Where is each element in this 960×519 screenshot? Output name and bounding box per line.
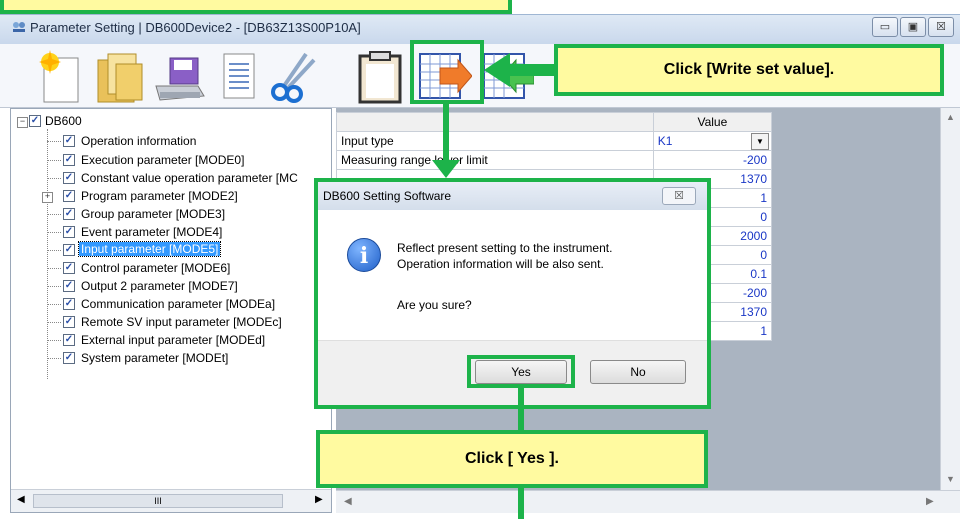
cut-icon[interactable] bbox=[266, 50, 320, 104]
tree-item-label: Operation information bbox=[81, 134, 197, 148]
dropdown-arrow-icon[interactable]: ▼ bbox=[751, 133, 769, 150]
scroll-down-arrow-icon[interactable]: ▼ bbox=[946, 474, 955, 484]
callout-arrow-left bbox=[484, 53, 554, 87]
collapse-icon[interactable]: − bbox=[17, 117, 28, 128]
grid-horizontal-scrollbar[interactable]: ◀ ▶ bbox=[336, 490, 960, 513]
scroll-up-arrow-icon[interactable]: ▲ bbox=[946, 112, 955, 122]
tree-connector bbox=[47, 250, 61, 251]
tree-item-label: System parameter [MODEt] bbox=[81, 351, 229, 365]
checkbox[interactable]: ✓ bbox=[63, 262, 75, 274]
tree-connector bbox=[47, 178, 61, 179]
scroll-right-arrow-icon[interactable]: ▶ bbox=[926, 496, 934, 507]
tree-item-label: External input parameter [MODEd] bbox=[81, 333, 266, 347]
checkbox[interactable]: ✓ bbox=[63, 154, 75, 166]
checkbox[interactable]: ✓ bbox=[63, 190, 75, 202]
info-icon: i bbox=[347, 238, 381, 272]
tree-connector bbox=[47, 304, 61, 305]
checkbox[interactable]: ✓ bbox=[63, 244, 75, 256]
tree-horizontal-scrollbar[interactable]: ◀ III ▶ bbox=[11, 489, 331, 512]
checkbox[interactable]: ✓ bbox=[63, 298, 75, 310]
tree-root-checkbox[interactable]: ✓ bbox=[29, 115, 41, 127]
tree-item-label: Event parameter [MODE4] bbox=[81, 225, 223, 239]
grid-row-value: K1 bbox=[657, 134, 673, 148]
connector-arrowhead bbox=[432, 160, 460, 180]
tree-connector bbox=[47, 268, 61, 269]
write-set-value-callout: Click [Write set value]. bbox=[554, 44, 944, 96]
tree-connector bbox=[47, 232, 61, 233]
yes-callout: Click [ Yes ]. bbox=[316, 430, 708, 488]
checkbox[interactable]: ✓ bbox=[63, 334, 75, 346]
grid-row-name: Input type bbox=[336, 131, 654, 151]
dialog-question: Are you sure? bbox=[397, 298, 472, 312]
tree-item-label: Control parameter [MODE6] bbox=[81, 261, 231, 275]
scroll-left-arrow-icon[interactable]: ◀ bbox=[17, 494, 25, 505]
checkbox[interactable]: ✓ bbox=[63, 316, 75, 328]
tree-connector bbox=[47, 214, 61, 215]
expand-icon[interactable]: + bbox=[42, 192, 53, 203]
scroll-thumb[interactable]: III bbox=[33, 494, 283, 508]
window-title: Parameter Setting | DB600Device2 - [DB63… bbox=[30, 20, 361, 35]
tree-item-label-selected: Input parameter [MODE5] bbox=[77, 241, 222, 257]
dialog-body bbox=[318, 210, 707, 340]
minimize-button[interactable]: ▭ bbox=[872, 17, 898, 37]
write-icon-highlight bbox=[410, 40, 484, 104]
parameter-tree[interactable]: − ✓ DB600 ✓ Operation information ✓ Exec… bbox=[10, 108, 332, 513]
input-type-select[interactable]: K1 ▼ bbox=[652, 131, 773, 151]
grid-row-name: Measuring range lower limit bbox=[336, 150, 654, 170]
save-icon[interactable] bbox=[152, 50, 206, 104]
checkbox[interactable]: ✓ bbox=[63, 226, 75, 238]
maximize-button[interactable]: ▣ bbox=[900, 17, 926, 37]
copy-document-icon[interactable] bbox=[210, 50, 264, 104]
checkbox[interactable]: ✓ bbox=[63, 208, 75, 220]
tree-item-label: Communication parameter [MODEa] bbox=[81, 297, 276, 311]
tree-item-label: Constant value operation parameter [MC bbox=[81, 171, 298, 185]
tree-connector bbox=[47, 286, 61, 287]
tree-connector bbox=[47, 322, 61, 323]
tree-item-label: Program parameter [MODE2] bbox=[81, 189, 238, 203]
paste-icon[interactable] bbox=[354, 50, 408, 104]
new-icon[interactable] bbox=[36, 50, 90, 104]
dialog-message-line2: Operation information will be also sent. bbox=[397, 257, 604, 271]
no-button[interactable]: No bbox=[590, 360, 686, 384]
scroll-right-arrow-icon[interactable]: ▶ bbox=[315, 494, 323, 505]
app-icon bbox=[12, 20, 26, 34]
tree-root-label[interactable]: DB600 bbox=[45, 114, 82, 128]
value-column-header: Value bbox=[652, 112, 773, 132]
tree-connector bbox=[47, 129, 48, 379]
dialog-title: DB600 Setting Software bbox=[323, 189, 452, 203]
grid-row-value[interactable]: -200 bbox=[652, 150, 773, 170]
connector-line-below bbox=[518, 488, 524, 519]
open-folder-icon[interactable] bbox=[94, 50, 148, 104]
checkbox[interactable]: ✓ bbox=[63, 172, 75, 184]
grid-vertical-scrollbar[interactable]: ▲ ▼ bbox=[940, 108, 960, 490]
close-button[interactable]: ☒ bbox=[928, 17, 954, 37]
connector-line-to-dialog bbox=[443, 104, 449, 166]
tree-item-label: Execution parameter [MODE0] bbox=[81, 153, 245, 167]
checkbox[interactable]: ✓ bbox=[63, 280, 75, 292]
tree-connector bbox=[47, 340, 61, 341]
previous-callout-box bbox=[0, 0, 512, 14]
name-column-header bbox=[336, 112, 654, 132]
tree-item-label: Output 2 parameter [MODE7] bbox=[81, 279, 238, 293]
tree-connector bbox=[47, 160, 61, 161]
tree-connector bbox=[47, 358, 61, 359]
yes-button-highlight bbox=[467, 355, 575, 388]
tree-item-label: Group parameter [MODE3] bbox=[81, 207, 226, 221]
scroll-left-arrow-icon[interactable]: ◀ bbox=[344, 496, 352, 507]
connector-line-to-yes bbox=[518, 388, 524, 432]
tree-item-label: Remote SV input parameter [MODEc] bbox=[81, 315, 282, 329]
dialog-message-line1: Reflect present setting to the instrumen… bbox=[397, 241, 613, 255]
checkbox[interactable]: ✓ bbox=[63, 352, 75, 364]
top-divider bbox=[512, 0, 960, 14]
checkbox[interactable]: ✓ bbox=[63, 135, 75, 147]
dialog-close-button[interactable]: ☒ bbox=[662, 187, 696, 205]
tree-connector bbox=[47, 141, 61, 142]
